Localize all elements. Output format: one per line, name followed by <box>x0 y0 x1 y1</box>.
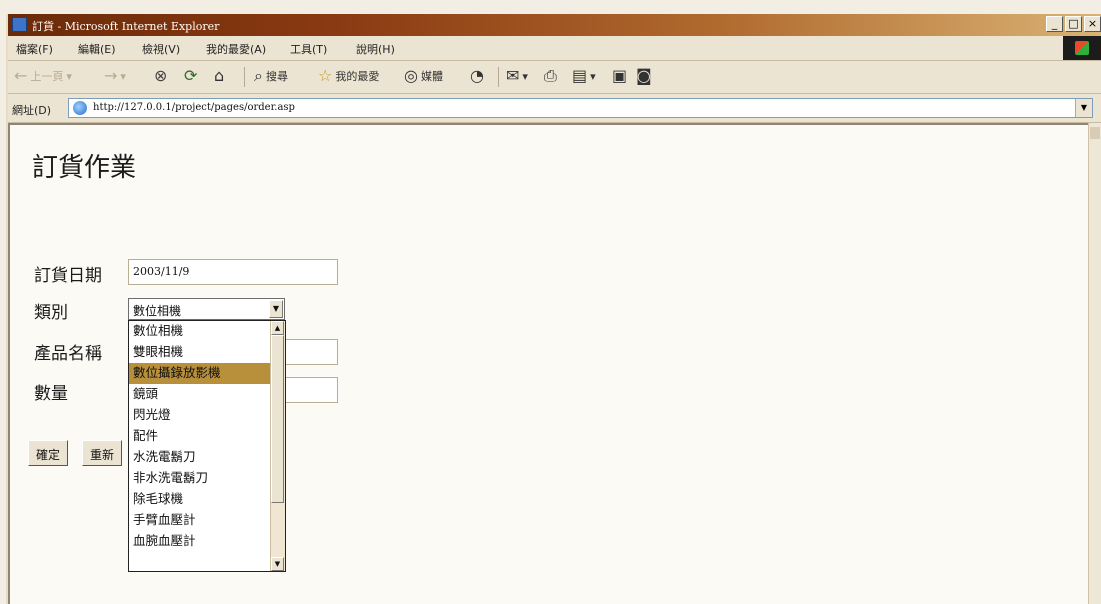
forward-arrow-icon: → <box>104 66 118 85</box>
browser-window: 訂貨 - Microsoft Internet Explorer _ □ × 檔… <box>6 14 1101 604</box>
stop-icon: ⊗ <box>154 66 168 85</box>
chevron-down-icon: ▾ <box>66 69 72 83</box>
throbber <box>1063 36 1101 60</box>
toolbar: ← 上一頁 ▾ → ▾ ⊗ ⟳ ⌂ ⌕ 搜尋 ☆ 我的最愛 ◎ 媒體 ◔ ✉ ▾… <box>8 61 1101 94</box>
messenger-icon: ◙ <box>636 66 652 85</box>
home-button[interactable]: ⌂ <box>214 68 224 84</box>
category-dropdown-list: 數位相機 雙眼相機 數位攝錄放影機 鏡頭 閃光燈 配件 水洗電鬍刀 非水洗電鬍刀… <box>128 320 286 572</box>
category-option[interactable]: 水洗電鬍刀 <box>129 447 285 468</box>
stop-button[interactable]: ⊗ <box>154 68 167 84</box>
page-scrollbar[interactable] <box>1088 123 1101 604</box>
forward-button[interactable]: → ▾ <box>104 68 126 84</box>
category-option[interactable]: 配件 <box>129 426 285 447</box>
print-button[interactable]: ⎙ <box>544 68 557 84</box>
edit-page-icon: ▤ <box>572 66 588 85</box>
discuss-button[interactable]: ▣ <box>612 68 627 84</box>
address-bar: 網址(D) http://127.0.0.1/project/pages/ord… <box>8 94 1101 123</box>
minimize-button[interactable]: _ <box>1046 16 1063 32</box>
chevron-down-icon: ▾ <box>522 69 528 83</box>
category-option[interactable]: 除毛球機 <box>129 489 285 510</box>
quantity-label: 數量 <box>34 384 68 404</box>
history-button[interactable]: ◔ <box>470 68 484 84</box>
menu-tools[interactable]: 工具(T) <box>290 41 327 57</box>
category-option[interactable]: 非水洗電鬍刀 <box>129 468 285 489</box>
search-button[interactable]: ⌕ 搜尋 <box>254 68 288 84</box>
category-select[interactable]: 數位相機 ▼ <box>128 298 285 320</box>
window-title: 訂貨 - Microsoft Internet Explorer <box>32 20 220 33</box>
category-label: 類別 <box>34 303 68 323</box>
edit-page-button[interactable]: ▤ ▾ <box>572 68 596 84</box>
chevron-down-icon: ▾ <box>590 69 596 83</box>
windows-logo-icon <box>1075 41 1089 55</box>
category-option[interactable]: 閃光燈 <box>129 405 285 426</box>
menu-favorites[interactable]: 我的最愛(A) <box>206 41 266 57</box>
close-button[interactable]: × <box>1084 16 1101 32</box>
media-button[interactable]: ◎ 媒體 <box>404 68 443 84</box>
category-selected-value: 數位相機 <box>133 304 182 318</box>
category-option[interactable]: 手臂血壓計 <box>129 510 285 531</box>
reset-button[interactable]: 重新 <box>82 440 123 466</box>
chevron-down-icon[interactable]: ▼ <box>269 300 283 318</box>
category-option-highlighted[interactable]: 數位攝錄放影機 <box>129 363 285 384</box>
media-icon: ◎ <box>404 66 418 85</box>
chevron-down-icon: ▼ <box>1080 103 1088 112</box>
refresh-icon: ⟳ <box>184 66 198 85</box>
scroll-down-icon[interactable]: ▼ <box>271 557 284 571</box>
dropdown-scrollbar[interactable]: ▲ ▼ <box>270 321 285 571</box>
page-title: 訂貨作業 <box>32 153 137 183</box>
scroll-thumb[interactable] <box>1090 127 1100 139</box>
category-option[interactable]: 鏡頭 <box>129 384 285 405</box>
menu-help[interactable]: 說明(H) <box>356 41 395 57</box>
chevron-down-icon: ▾ <box>120 69 126 83</box>
menu-view[interactable]: 檢視(V) <box>142 41 180 57</box>
category-option[interactable]: 雙眼相機 <box>129 342 285 363</box>
confirm-button[interactable]: 確定 <box>28 440 69 466</box>
mail-button[interactable]: ✉ ▾ <box>506 68 528 84</box>
discuss-icon: ▣ <box>612 66 628 85</box>
address-url: http://127.0.0.1/project/pages/order.asp <box>93 102 295 113</box>
address-label: 網址(D) <box>12 104 52 117</box>
page-content: 訂貨作業 訂貨日期 2003/11/9 類別 數位相機 ▼ 產品名稱 數量 確定… <box>8 123 1088 604</box>
home-icon: ⌂ <box>214 66 225 85</box>
scroll-up-icon[interactable]: ▲ <box>271 321 284 335</box>
refresh-button[interactable]: ⟳ <box>184 68 197 84</box>
messenger-button[interactable]: ◙ <box>636 68 652 84</box>
category-option[interactable]: 血腕血壓計 <box>129 531 285 552</box>
scroll-thumb[interactable] <box>271 335 284 503</box>
category-option[interactable]: 數位相機 <box>129 321 285 342</box>
mail-icon: ✉ <box>506 66 520 85</box>
page-icon <box>73 101 87 115</box>
address-input[interactable]: http://127.0.0.1/project/pages/order.asp… <box>68 98 1093 118</box>
favorites-button[interactable]: ☆ 我的最愛 <box>318 68 379 84</box>
menu-file[interactable]: 檔案(F) <box>16 41 53 57</box>
search-icon: ⌕ <box>254 66 263 85</box>
order-date-label: 訂貨日期 <box>34 266 102 286</box>
product-name-label: 產品名稱 <box>34 344 102 364</box>
order-date-input[interactable]: 2003/11/9 <box>128 259 338 285</box>
ie-icon <box>12 17 27 32</box>
maximize-button[interactable]: □ <box>1065 16 1082 32</box>
print-icon: ⎙ <box>544 66 557 85</box>
title-bar: 訂貨 - Microsoft Internet Explorer _ □ × <box>8 14 1101 36</box>
menu-edit[interactable]: 編輯(E) <box>78 41 116 57</box>
menu-bar: 檔案(F) 編輯(E) 檢視(V) 我的最愛(A) 工具(T) 說明(H) <box>8 36 1101 61</box>
address-dropdown-button[interactable]: ▼ <box>1075 99 1092 117</box>
back-arrow-icon: ← <box>14 66 28 85</box>
history-icon: ◔ <box>470 66 484 85</box>
star-icon: ☆ <box>318 66 333 85</box>
back-button[interactable]: ← 上一頁 ▾ <box>14 68 72 84</box>
